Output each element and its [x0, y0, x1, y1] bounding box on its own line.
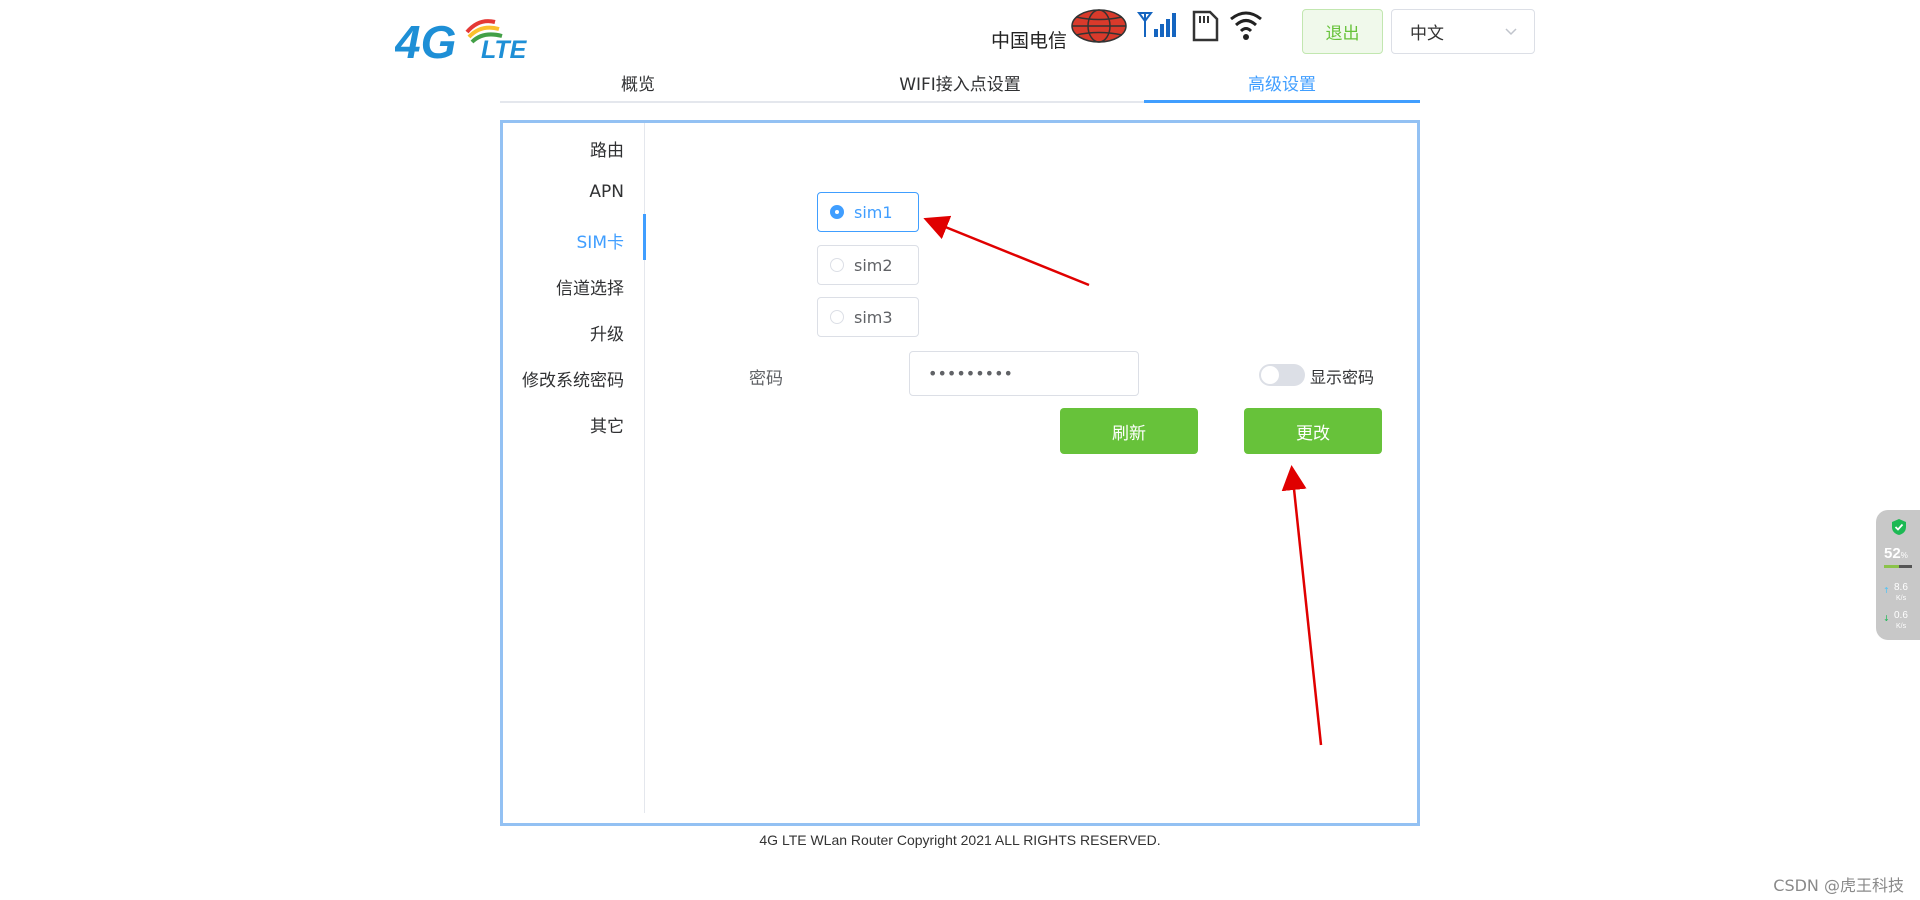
password-label: 密码 [749, 369, 783, 389]
upload-speed: 8.6 [1894, 582, 1908, 593]
sidebar-item-other[interactable]: 其它 [590, 412, 624, 437]
radio-unchecked-icon [830, 258, 844, 272]
radio-label: sim2 [854, 255, 893, 275]
tab-overview[interactable]: 概览 [500, 70, 776, 102]
tab-active-indicator [1144, 100, 1420, 103]
sidebar-item-apn[interactable]: APN [589, 182, 624, 202]
sim-card-icon [1192, 10, 1219, 42]
sidebar-item-sim[interactable]: SIM卡 [577, 228, 624, 253]
toggle-knob [1261, 366, 1279, 384]
usage-percent: 52% [1884, 545, 1908, 562]
show-password-toggle[interactable] [1259, 364, 1305, 386]
signal-icon [1137, 12, 1176, 37]
usage-bar [1884, 565, 1912, 568]
show-password-label: 显示密码 [1310, 368, 1375, 387]
download-arrow-icon: ↓ [1883, 614, 1890, 623]
settings-panel [500, 120, 1420, 826]
refresh-button[interactable]: 刷新 [1060, 408, 1198, 454]
language-select[interactable]: 中文 [1391, 9, 1535, 54]
copyright-footer: 4G LTE WLan Router Copyright 2021 ALL RI… [759, 832, 1161, 848]
radio-label: sim3 [854, 307, 893, 327]
sidebar-item-change-password[interactable]: 修改系统密码 [522, 366, 624, 391]
password-field[interactable] [909, 351, 1139, 396]
radio-sim1[interactable]: sim1 [817, 192, 919, 232]
download-unit: K/s [1896, 623, 1907, 630]
globe-icon [1071, 9, 1127, 43]
sidebar-item-upgrade[interactable]: 升级 [590, 320, 624, 345]
logout-button[interactable]: 退出 [1302, 9, 1383, 54]
wifi-icon [1230, 11, 1262, 40]
logo-4g-lte: 4G LTE [395, 16, 528, 66]
chevron-down-icon [1505, 28, 1517, 36]
radio-unchecked-icon [830, 310, 844, 324]
upload-unit: K/s [1896, 595, 1907, 602]
tab-advanced-settings[interactable]: 高级设置 [1144, 70, 1420, 102]
carrier-name: 中国电信 [991, 30, 1068, 52]
svg-text:LTE: LTE [481, 36, 528, 64]
network-monitor-widget[interactable]: 52% ↑ 8.6 K/s ↓ 0.6 K/s [1876, 510, 1920, 640]
download-speed: 0.6 [1894, 610, 1908, 621]
change-button[interactable]: 更改 [1244, 408, 1382, 454]
usage-bar-fill [1884, 565, 1899, 568]
svg-text:4G: 4G [395, 16, 456, 66]
sidebar-item-channel[interactable]: 信道选择 [556, 274, 624, 299]
radio-sim2[interactable]: sim2 [817, 245, 919, 285]
tab-wifi-ap-settings[interactable]: WIFI接入点设置 [822, 70, 1098, 102]
radio-checked-icon [830, 205, 844, 219]
radio-label: sim1 [854, 202, 893, 222]
sidebar-active-indicator [643, 214, 646, 260]
sidebar-item-route[interactable]: 路由 [590, 136, 624, 161]
shield-check-icon [1892, 519, 1906, 535]
language-value: 中文 [1410, 24, 1444, 44]
csdn-watermark: CSDN @虎王科技 [1773, 876, 1904, 895]
radio-sim3[interactable]: sim3 [817, 297, 919, 337]
upload-arrow-icon: ↑ [1883, 586, 1890, 595]
